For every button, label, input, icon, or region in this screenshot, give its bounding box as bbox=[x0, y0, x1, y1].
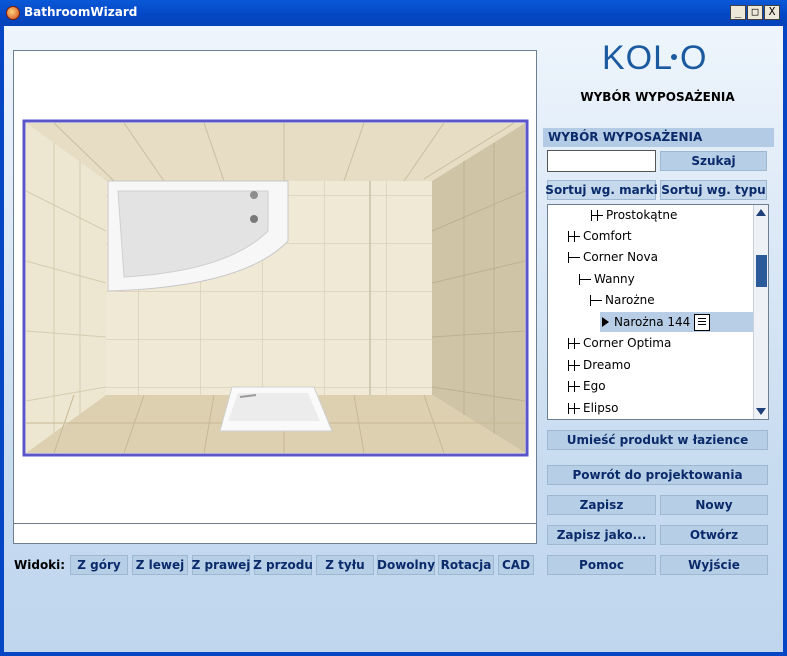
save-as-button[interactable]: Zapisz jako... bbox=[547, 525, 656, 545]
tree-item-label: Corner Optima bbox=[583, 336, 672, 350]
tree-item-corner-optima[interactable]: Corner Optima bbox=[568, 333, 671, 353]
exit-button[interactable]: Wyjście bbox=[660, 555, 768, 575]
selected-arrow-icon bbox=[602, 317, 609, 327]
search-button[interactable]: Szukaj bbox=[660, 151, 767, 171]
scroll-up-arrow-icon[interactable] bbox=[756, 209, 766, 216]
tree-item-label: Ego bbox=[583, 379, 606, 393]
expand-icon[interactable] bbox=[568, 230, 580, 242]
tree-item-label: Corner Nova bbox=[583, 250, 658, 264]
new-button[interactable]: Nowy bbox=[660, 495, 768, 515]
scroll-thumb[interactable] bbox=[756, 255, 767, 287]
view-left-button[interactable]: Z lewej bbox=[132, 555, 188, 575]
tree-item-label: Elipso bbox=[583, 401, 619, 415]
place-product-button[interactable]: Umieść produkt w łazience bbox=[547, 430, 768, 450]
tree-item-corner-nova[interactable]: Corner Nova bbox=[568, 247, 658, 267]
tree-item-label: Narożna 144 bbox=[614, 315, 691, 329]
title-bar: BathroomWizard _ □ X bbox=[0, 0, 787, 26]
tree-item-label: Wanny bbox=[594, 272, 635, 286]
view-free-button[interactable]: Dowolny bbox=[377, 555, 435, 575]
window-title: BathroomWizard bbox=[24, 5, 138, 19]
back-to-design-button[interactable]: Powrót do projektowania bbox=[547, 465, 768, 485]
view-rotation-button[interactable]: Rotacja bbox=[438, 555, 494, 575]
kolo-logo: KOL O bbox=[602, 39, 706, 77]
tree-item-prostokatne[interactable]: Prostokątne bbox=[591, 205, 677, 225]
collapse-icon[interactable] bbox=[568, 251, 580, 263]
svg-text:O: O bbox=[680, 39, 706, 77]
view-top-button[interactable]: Z góry bbox=[70, 555, 128, 575]
tree-item-elipso[interactable]: Elipso bbox=[568, 398, 618, 418]
tree-item-ego[interactable]: Ego bbox=[568, 376, 606, 396]
expand-icon[interactable] bbox=[568, 359, 580, 371]
sort-by-brand-button[interactable]: Sortuj wg. marki bbox=[545, 180, 658, 200]
help-button[interactable]: Pomoc bbox=[547, 555, 656, 575]
product-tree[interactable]: Prostokątne Comfort Corner Nova Wanny Na… bbox=[547, 204, 769, 420]
tree-item-comfort[interactable]: Comfort bbox=[568, 226, 632, 246]
tree-item-wanny[interactable]: Wanny bbox=[579, 269, 635, 289]
save-button[interactable]: Zapisz bbox=[547, 495, 656, 515]
maximize-button[interactable]: □ bbox=[747, 5, 763, 20]
product-details-icon[interactable] bbox=[694, 313, 711, 331]
tree-scrollbar[interactable] bbox=[753, 205, 768, 419]
tree-item-label: Dreamo bbox=[583, 358, 631, 372]
svg-text:KOL: KOL bbox=[602, 39, 673, 77]
app-icon bbox=[6, 6, 20, 20]
tree-item-narozna-144[interactable]: Narożna 144 bbox=[600, 312, 753, 332]
expand-icon[interactable] bbox=[591, 209, 603, 221]
view-right-button[interactable]: Z prawej bbox=[192, 555, 250, 575]
section-header: WYBÓR WYPOSAŻENIA bbox=[543, 128, 774, 147]
expand-icon[interactable] bbox=[568, 402, 580, 414]
bathroom-room-render[interactable] bbox=[14, 51, 536, 523]
view-front-button[interactable]: Z przodu bbox=[253, 555, 313, 575]
expand-icon[interactable] bbox=[568, 337, 580, 349]
tree-item-label: Comfort bbox=[583, 229, 632, 243]
view-back-button[interactable]: Z tyłu bbox=[316, 555, 374, 575]
search-input[interactable] bbox=[547, 150, 656, 172]
views-label: Widoki: bbox=[14, 558, 66, 572]
expand-icon[interactable] bbox=[568, 380, 580, 392]
view-cad-button[interactable]: CAD bbox=[498, 555, 534, 575]
panel-title: WYBÓR WYPOSAŻENIA bbox=[580, 90, 735, 104]
sort-by-type-button[interactable]: Sortuj wg. typu bbox=[660, 180, 767, 200]
tree-item-dreamo[interactable]: Dreamo bbox=[568, 355, 631, 375]
status-bar bbox=[13, 523, 537, 544]
bathroom-3d-viewport[interactable] bbox=[13, 50, 537, 524]
minimize-button[interactable]: _ bbox=[730, 5, 746, 20]
close-button[interactable]: X bbox=[764, 5, 780, 20]
scroll-down-arrow-icon[interactable] bbox=[756, 408, 766, 415]
open-button[interactable]: Otwórz bbox=[660, 525, 768, 545]
collapse-icon[interactable] bbox=[590, 294, 602, 306]
collapse-icon[interactable] bbox=[579, 273, 591, 285]
tree-item-narozne[interactable]: Narożne bbox=[590, 290, 655, 310]
tree-item-label: Prostokątne bbox=[606, 208, 678, 222]
tree-item-label: Narożne bbox=[605, 293, 655, 307]
